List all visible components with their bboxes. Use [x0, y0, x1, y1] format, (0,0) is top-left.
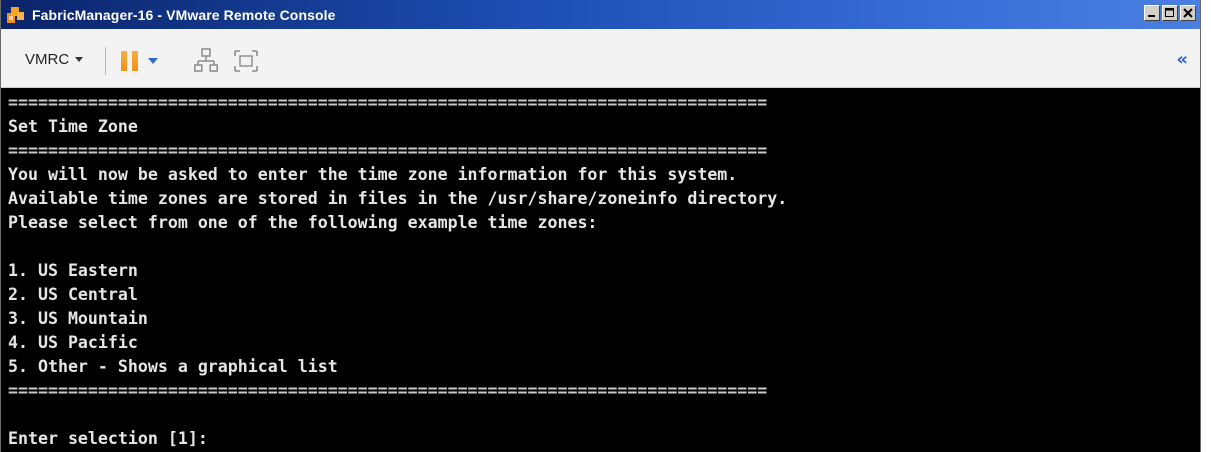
toolbar-divider: [105, 47, 106, 75]
console-line: Available time zones are stored in files…: [8, 189, 788, 208]
vmrc-window: FabricManager-16 - VMware Remote Console: [0, 0, 1201, 452]
minimize-button[interactable]: [1144, 5, 1160, 21]
title-bar[interactable]: FabricManager-16 - VMware Remote Console: [1, 0, 1200, 29]
pause-button[interactable]: [121, 51, 158, 71]
console-line: ========================================…: [8, 381, 768, 400]
chevron-down-icon: [75, 57, 84, 62]
console-line: 1. US Eastern: [8, 261, 138, 280]
console-prompt[interactable]: Enter selection [1]:: [8, 427, 787, 451]
console-line: ========================================…: [8, 93, 768, 112]
close-icon: [1183, 8, 1193, 18]
minimize-icon: [1148, 15, 1155, 17]
window-title: FabricManager-16 - VMware Remote Console: [32, 6, 336, 23]
vmrc-menu-label: VMRC: [25, 51, 70, 68]
console-output: ========================================…: [8, 91, 787, 451]
toolbar: VMRC «: [1, 29, 1200, 88]
console-line: ========================================…: [8, 141, 768, 160]
console-line: 4. US Pacific: [8, 333, 138, 352]
fit-window-icon[interactable]: [234, 50, 258, 76]
maximize-button[interactable]: [1162, 5, 1178, 21]
console-line: 5. Other - Shows a graphical list: [8, 357, 338, 376]
console-line: You will now be asked to enter the time …: [8, 165, 738, 184]
pause-icon: [121, 51, 138, 71]
network-icon[interactable]: [194, 48, 218, 78]
console-line: Set Time Zone: [8, 117, 138, 136]
collapse-icon[interactable]: «: [1176, 51, 1188, 69]
console-screen[interactable]: ========================================…: [1, 88, 1200, 452]
close-button[interactable]: [1180, 5, 1196, 21]
window-controls: [1144, 5, 1196, 21]
maximize-icon: [1165, 8, 1174, 17]
console-line: 3. US Mountain: [8, 309, 148, 328]
pause-dropdown-icon[interactable]: [148, 58, 158, 64]
vmrc-menu-button[interactable]: VMRC: [25, 51, 84, 68]
vmrc-app-icon: [4, 4, 28, 26]
console-line: Please select from one of the following …: [8, 213, 598, 232]
console-line: 2. US Central: [8, 285, 138, 304]
